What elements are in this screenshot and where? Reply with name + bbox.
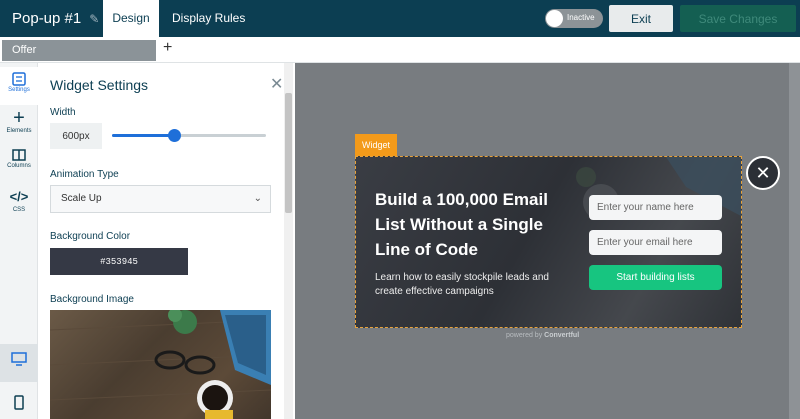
animation-type-value: Scale Up bbox=[61, 193, 102, 204]
panel-scrollbar[interactable] bbox=[284, 63, 293, 419]
powered-by-prefix: powered by bbox=[506, 332, 543, 339]
name-input[interactable]: Enter your name here bbox=[589, 195, 722, 220]
columns-icon bbox=[12, 149, 26, 161]
width-label: Width bbox=[50, 107, 76, 118]
pencil-icon[interactable]: ✎ bbox=[89, 12, 99, 26]
tab-design[interactable]: Design bbox=[103, 0, 159, 37]
slider-fill bbox=[112, 134, 174, 137]
canvas-scrollbar[interactable] bbox=[789, 63, 800, 419]
tab-display-rules[interactable]: Display Rules bbox=[172, 0, 245, 37]
device-mobile-button[interactable] bbox=[0, 389, 38, 410]
save-changes-button[interactable]: Save Changes bbox=[680, 5, 796, 32]
widget-settings-panel: Widget Settings ✕ Width 600px Animation … bbox=[38, 63, 295, 419]
rail-item-css[interactable]: </> CSS bbox=[0, 188, 38, 213]
step-tabs-bar: Offer + bbox=[0, 37, 800, 63]
chevron-down-icon: ⌄ bbox=[253, 193, 262, 204]
slider-thumb[interactable] bbox=[167, 129, 181, 142]
rail-item-columns[interactable]: Columns bbox=[0, 148, 38, 169]
top-bar: Pop-up #1 ✎ Design Display Rules Inactiv… bbox=[0, 0, 800, 37]
add-step-button[interactable]: + bbox=[163, 39, 172, 57]
popup-widget[interactable]: Build a 100,000 Email List Without a Sin… bbox=[355, 156, 742, 328]
start-building-button[interactable]: Start building lists bbox=[589, 265, 722, 290]
background-color-label: Background Color bbox=[50, 231, 131, 242]
width-input[interactable]: 600px bbox=[50, 123, 102, 149]
animation-type-select[interactable]: Scale Up ⌄ bbox=[50, 185, 271, 213]
left-rail: Settings + Elements Columns </> CSS bbox=[0, 63, 38, 419]
toggle-label: Inactive bbox=[567, 13, 595, 22]
rail-item-elements[interactable]: + Elements bbox=[0, 107, 38, 134]
background-image-thumbnail[interactable] bbox=[50, 310, 271, 419]
rail-item-label: Elements bbox=[6, 128, 32, 134]
popup-close-button[interactable]: ✕ bbox=[746, 156, 780, 190]
desk-photo bbox=[50, 310, 271, 419]
close-icon[interactable]: ✕ bbox=[270, 74, 283, 94]
background-image-label: Background Image bbox=[50, 294, 134, 305]
email-input[interactable]: Enter your email here bbox=[589, 230, 722, 255]
panel-title: Widget Settings bbox=[50, 77, 149, 93]
animation-type-label: Animation Type bbox=[50, 169, 119, 180]
status-toggle[interactable]: Inactive bbox=[545, 9, 603, 28]
background-color-swatch[interactable]: #353945 bbox=[50, 248, 188, 275]
desktop-icon bbox=[11, 352, 27, 366]
plus-icon: + bbox=[13, 107, 25, 129]
mobile-icon bbox=[14, 395, 24, 410]
rail-item-label: Settings bbox=[8, 87, 30, 93]
settings-icon bbox=[12, 72, 26, 86]
close-icon: ✕ bbox=[755, 162, 771, 183]
popup-title[interactable]: Pop-up #1 ✎ bbox=[12, 10, 99, 27]
exit-button[interactable]: Exit bbox=[609, 5, 673, 32]
popup-subtext[interactable]: Learn how to easily stockpile leads and … bbox=[375, 271, 575, 299]
rail-item-label: CSS bbox=[12, 207, 26, 213]
panel-scrollbar-thumb[interactable] bbox=[285, 93, 292, 213]
powered-by-brand: Convertful bbox=[544, 332, 580, 339]
tab-offer[interactable]: Offer bbox=[2, 40, 156, 61]
popup-title-text: Pop-up #1 bbox=[12, 10, 82, 27]
width-slider[interactable] bbox=[112, 129, 266, 142]
rail-item-label: Columns bbox=[7, 163, 31, 169]
toggle-knob bbox=[546, 10, 563, 27]
widget-tag[interactable]: Widget bbox=[355, 134, 397, 156]
powered-by-label: powered by Convertful bbox=[506, 332, 579, 339]
popup-headline[interactable]: Build a 100,000 Email List Without a Sin… bbox=[375, 187, 575, 262]
code-icon: </> bbox=[9, 189, 29, 204]
rail-item-settings[interactable]: Settings bbox=[0, 67, 38, 105]
device-desktop-button[interactable] bbox=[0, 344, 38, 382]
